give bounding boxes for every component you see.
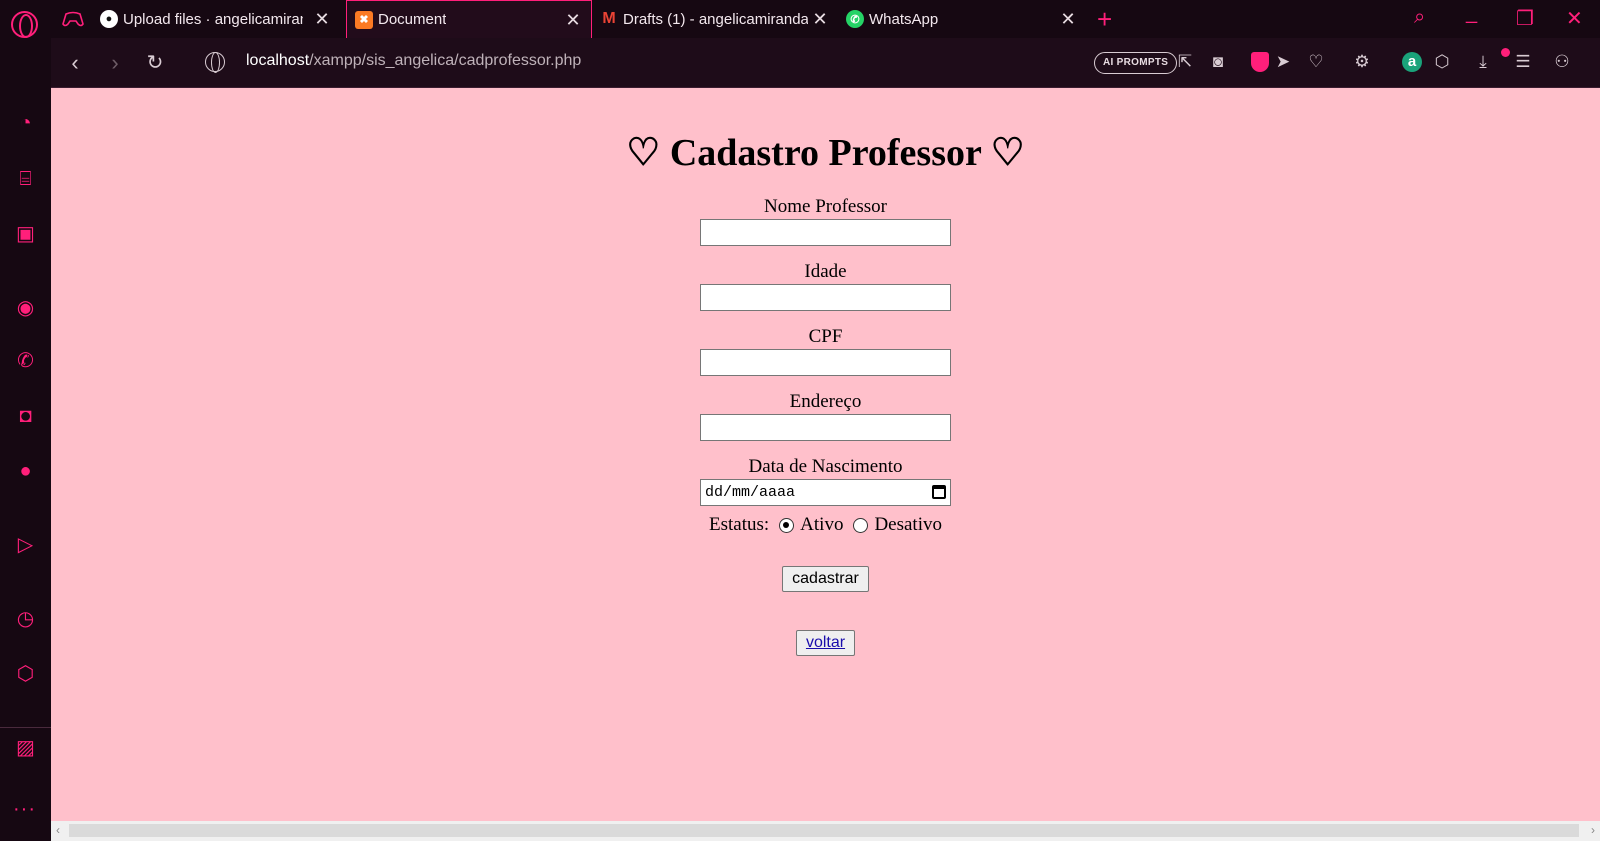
close-tab-icon[interactable]: ✕: [563, 10, 583, 30]
opera-logo-icon[interactable]: [11, 11, 38, 38]
nome-input[interactable]: [700, 219, 951, 246]
status-label: Estatus:: [709, 514, 770, 535]
twitter-icon[interactable]: ●: [13, 459, 38, 484]
messenger-icon[interactable]: ◉: [13, 296, 38, 321]
close-tab-icon[interactable]: ✕: [810, 9, 830, 29]
sidebar-divider: [0, 727, 51, 728]
extension-chip-icon[interactable]: ⚙: [1351, 51, 1373, 73]
whatsapp-sidebar-icon[interactable]: ✆: [13, 349, 38, 374]
address-field[interactable]: localhost/xampp/sis_angelica/cadprofesso…: [246, 52, 581, 70]
new-tab-icon[interactable]: +: [1097, 6, 1112, 32]
whatsapp-icon: ✆: [846, 10, 864, 28]
download-icon[interactable]: ⤓: [1472, 51, 1494, 73]
scroll-right-icon[interactable]: ›: [1591, 823, 1595, 837]
tab-title: Drafts (1) - angelicamiranda: [623, 10, 808, 28]
speed-dial-icon[interactable]: ◔: [13, 111, 38, 136]
scrollbar-thumb[interactable]: [69, 824, 1579, 837]
back-icon[interactable]: ‹: [63, 51, 87, 75]
nascimento-date-input[interactable]: dd/mm/aaaa: [700, 479, 951, 506]
wallpaper-icon[interactable]: ▨: [13, 736, 38, 761]
site-info-icon[interactable]: [205, 52, 225, 73]
calendar-icon[interactable]: [932, 485, 946, 499]
cadastrar-button[interactable]: cadastrar: [782, 566, 869, 592]
github-icon: ●: [100, 10, 118, 28]
xampp-icon: ✖: [355, 10, 373, 29]
cadastro-form: ♡ Cadastro Professor ♡ Nome Professor Id…: [51, 130, 1600, 656]
idade-input[interactable]: [700, 284, 951, 311]
profile-icon[interactable]: ⚇: [1551, 51, 1573, 73]
tab-gmail[interactable]: M Drafts (1) - angelicamiranda ✕: [600, 0, 838, 38]
field-cpf: CPF: [51, 325, 1600, 376]
tab-title: Upload files · angelicamiran: [123, 10, 303, 28]
nascimento-label: Data de Nascimento: [748, 456, 903, 477]
close-tab-icon[interactable]: ✕: [312, 9, 332, 29]
field-nascimento: Data de Nascimento dd/mm/aaaa: [51, 455, 1600, 506]
scroll-left-icon[interactable]: ‹: [56, 823, 60, 837]
date-placeholder: dd/mm/aaaa: [705, 484, 796, 501]
restore-icon[interactable]: ❐: [1516, 6, 1534, 31]
url-host: localhost: [246, 52, 310, 69]
radio-desativo[interactable]: [853, 517, 869, 533]
ai-prompts-button[interactable]: AI PROMPTS: [1094, 52, 1178, 74]
address-toolbar: ‹ › ↻ localhost/xampp/sis_angelica/cadpr…: [51, 38, 1600, 88]
easy-setup-icon[interactable]: ☰: [1512, 51, 1534, 73]
radio-desativo-label: Desativo: [874, 514, 942, 535]
tab-strip: ● Upload files · angelicamiran ✕ ✖ Docum…: [0, 0, 1600, 38]
cube-icon[interactable]: ⬡: [1431, 51, 1453, 73]
status-group: Estatus: Ativo Desativo: [51, 514, 1600, 536]
field-nome: Nome Professor: [51, 195, 1600, 246]
voltar-link[interactable]: voltar: [795, 630, 856, 656]
radio-ativo-label: Ativo: [800, 514, 844, 535]
gmail-icon: M: [602, 10, 616, 27]
page-title: ♡ Cadastro Professor ♡: [626, 132, 1025, 174]
page-viewport: ♡ Cadastro Professor ♡ Nome Professor Id…: [51, 88, 1600, 821]
history-icon[interactable]: ◷: [13, 607, 38, 632]
tab-title: Document: [378, 11, 447, 28]
field-idade: Idade: [51, 260, 1600, 311]
tab-title: WhatsApp: [869, 10, 939, 28]
tab-github[interactable]: ● Upload files · angelicamiran ✕: [100, 0, 340, 38]
send-icon[interactable]: ➤: [1272, 51, 1294, 73]
gx-corner-icon[interactable]: ⌸: [13, 167, 38, 192]
more-icon[interactable]: ···: [13, 798, 36, 821]
tab-whatsapp[interactable]: ✆ WhatsApp ✕: [846, 0, 1086, 38]
download-badge: [1501, 48, 1510, 57]
idade-label: Idade: [804, 261, 847, 282]
minimize-icon[interactable]: _: [1466, 2, 1477, 25]
url-path: /xampp/sis_angelica/cadprofessor.php: [309, 52, 582, 69]
instagram-icon[interactable]: ◘: [13, 404, 38, 429]
extensions-cube-icon[interactable]: ⬡: [13, 662, 38, 687]
tab-document[interactable]: ✖ Document ✕: [346, 0, 592, 38]
gx-control-icon[interactable]: ▣: [13, 222, 38, 247]
endereco-input[interactable]: [700, 414, 951, 441]
share-icon[interactable]: ⇱: [1174, 51, 1196, 73]
camera-icon[interactable]: ◙: [1207, 51, 1229, 73]
sidebar: ◔ ⌸ ▣ ◉ ✆ ◘ ● ▷ ◷ ⬡ ▨ ···: [0, 38, 51, 841]
adblock-shield-icon[interactable]: [1251, 52, 1269, 72]
radio-ativo[interactable]: [779, 517, 795, 533]
cpf-label: CPF: [808, 326, 843, 347]
nome-label: Nome Professor: [764, 196, 887, 217]
gamepad-icon[interactable]: [62, 10, 84, 28]
extension-a-icon[interactable]: a: [1402, 52, 1422, 72]
forward-icon[interactable]: ›: [103, 51, 127, 75]
close-window-icon[interactable]: ✕: [1566, 6, 1583, 31]
endereco-label: Endereço: [789, 391, 862, 412]
close-tab-icon[interactable]: ✕: [1058, 9, 1078, 29]
reload-icon[interactable]: ↻: [143, 51, 167, 75]
cpf-input[interactable]: [700, 349, 951, 376]
field-endereco: Endereço: [51, 390, 1600, 441]
horizontal-scrollbar[interactable]: ‹ ›: [51, 821, 1600, 841]
search-tabs-icon[interactable]: ⌕: [1414, 6, 1425, 29]
heart-icon[interactable]: ♡: [1305, 51, 1327, 73]
player-icon[interactable]: ▷: [13, 533, 38, 558]
